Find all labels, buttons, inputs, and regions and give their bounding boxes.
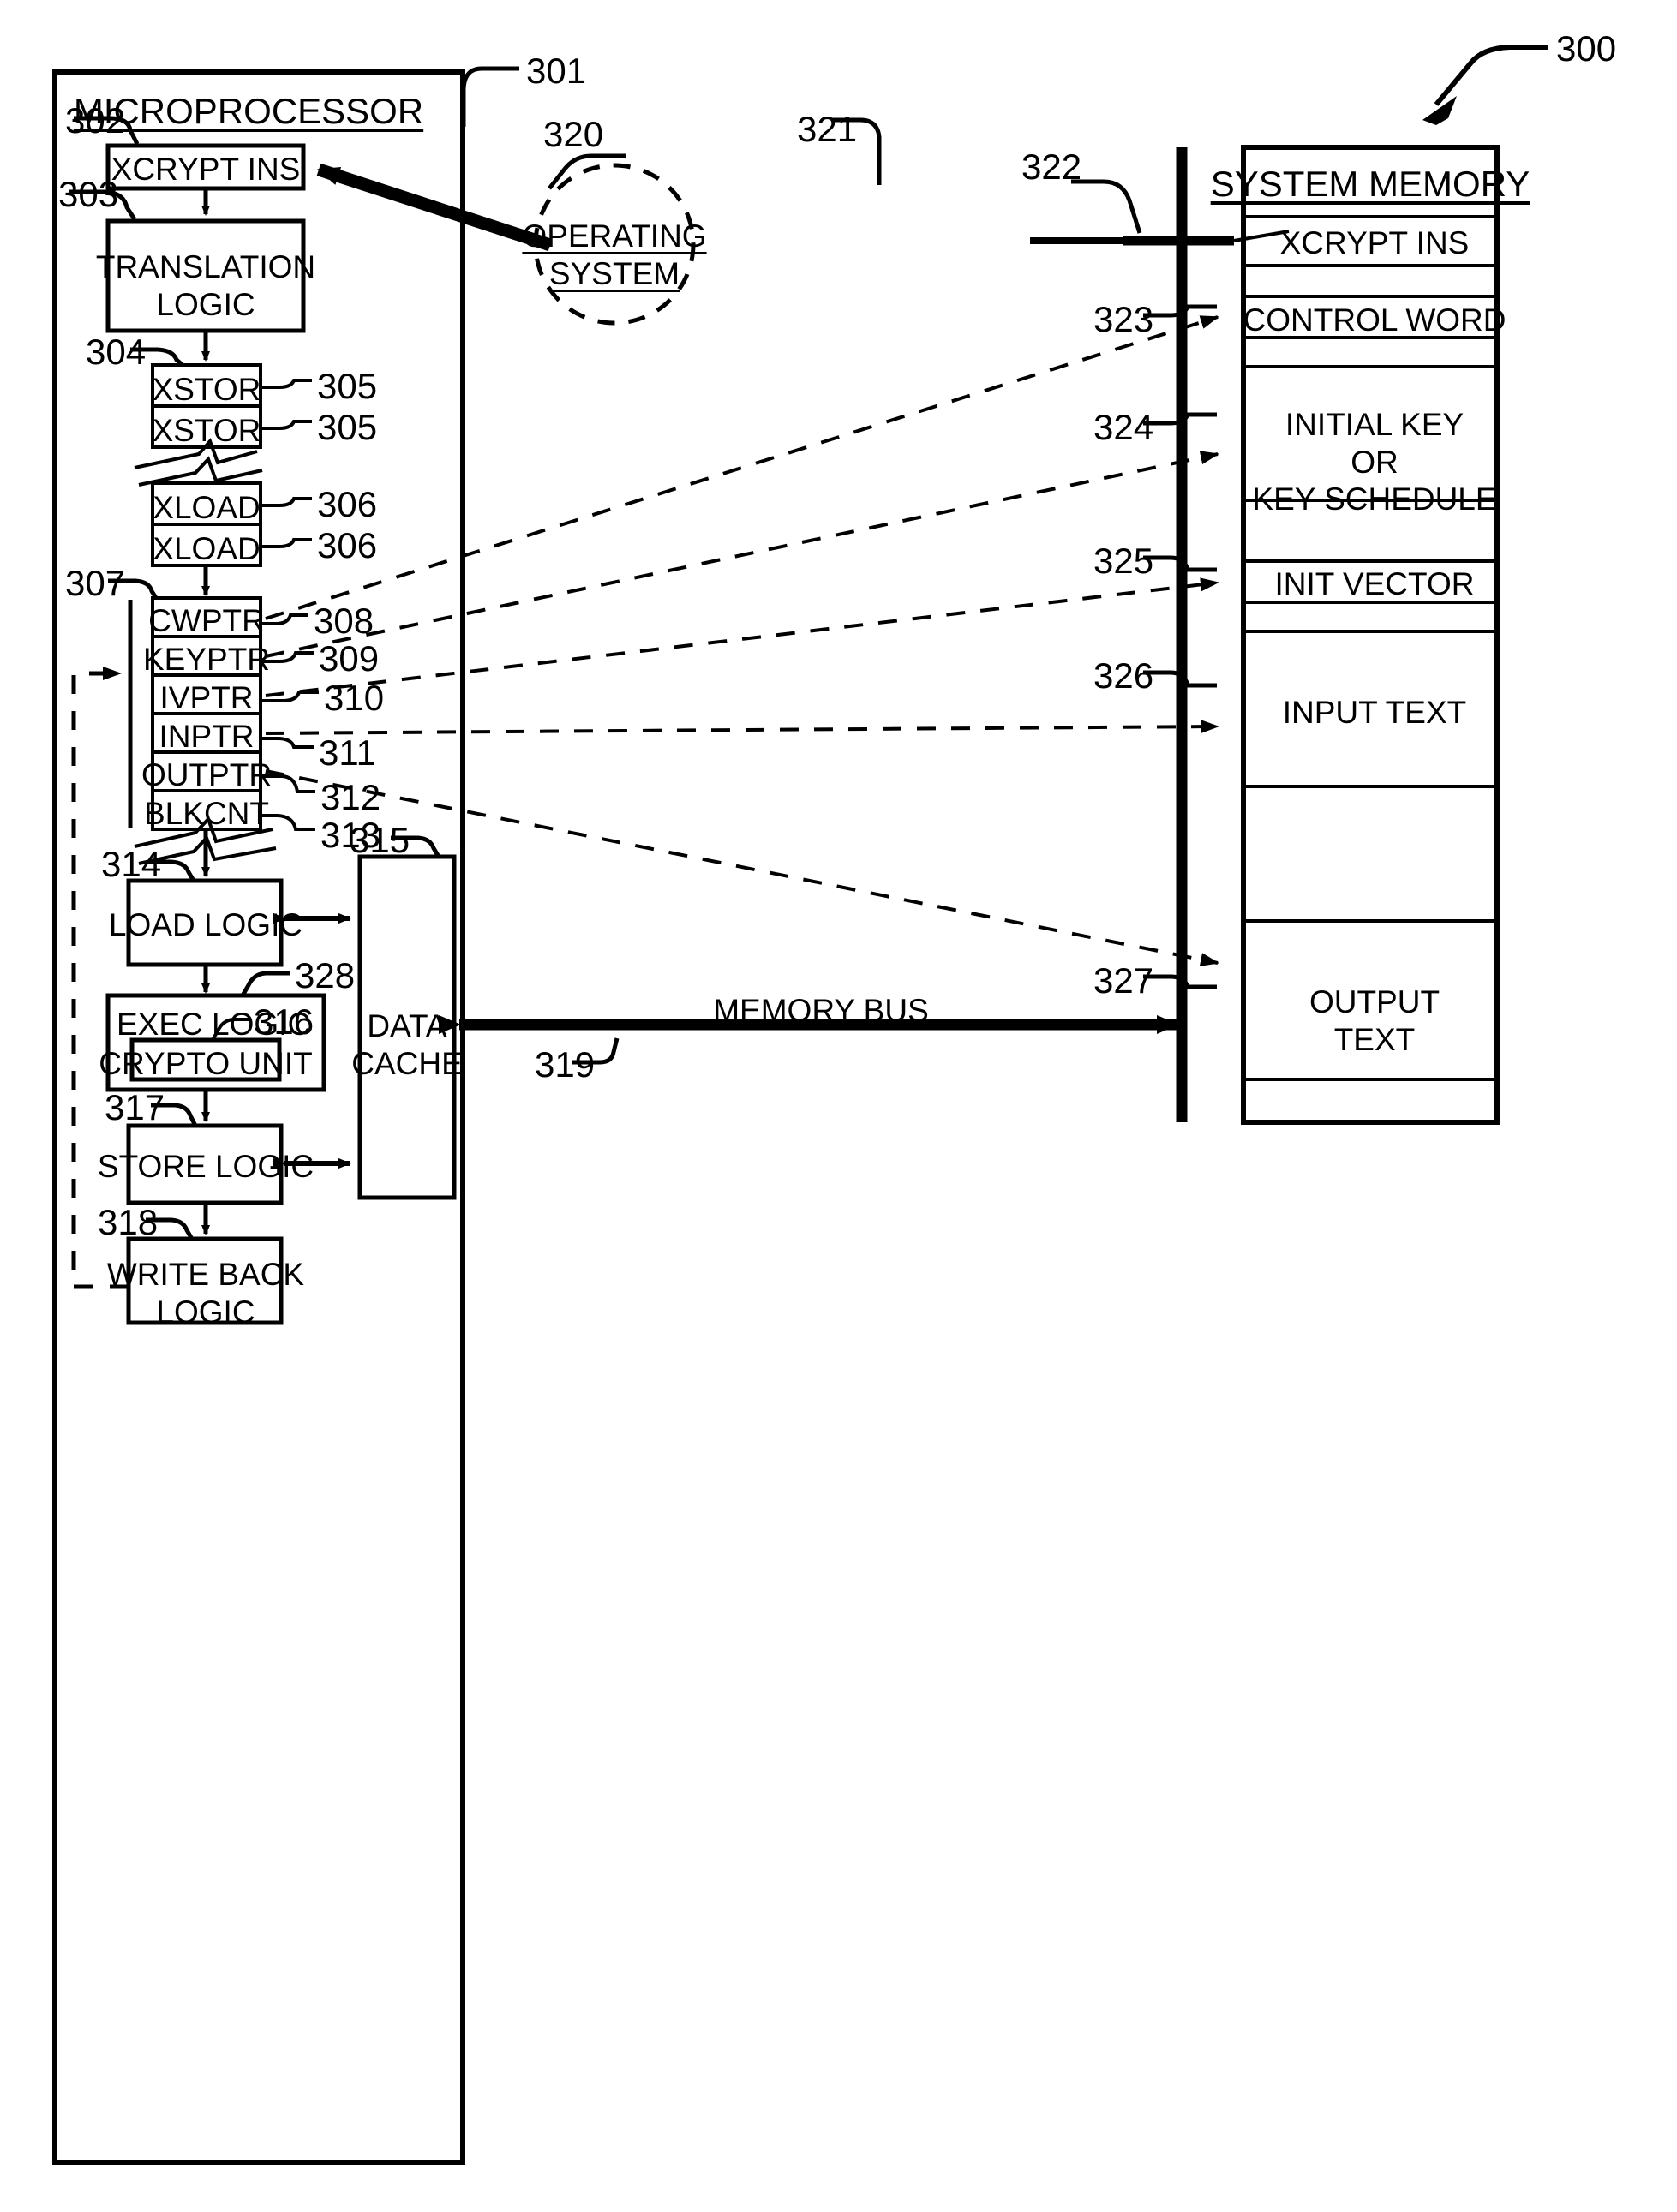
microprocessor-title: MICROPROCESSOR [73,91,424,131]
ref-321: 321 [797,109,858,149]
ref-320: 320 [543,114,604,154]
translation-logic-label: TRANSLATION LOGIC [95,249,316,322]
memory-bus-label: MEMORY BUS [713,993,929,1028]
ref-324: 324 [1093,407,1154,447]
operating-system-label: OPERATING SYSTEM [522,218,707,291]
ref-328: 328 [295,955,356,995]
ref-318: 318 [98,1202,159,1242]
ref-319: 319 [535,1044,596,1085]
ref-317: 317 [105,1087,165,1127]
queue-row-xstor-1: XSTOR [152,372,261,407]
ref-309: 309 [319,638,380,679]
register-cwptr: CWPTR [148,603,265,638]
patent-figure-300: 300 MICROPROCESSOR 301 XCRYPT INS 302 TR… [0,0,1677,2212]
ref-311: 311 [319,732,376,773]
ref-301: 301 [526,51,587,91]
data-cache-label: DATA CACHE [351,1008,463,1081]
xcrypt-ins-block-label: XCRYPT INS [111,152,301,187]
register-keyptr: KEYPTR [142,642,271,677]
memory-row-initial-key: INITIAL KEY OR KEY SCHEDULE [1252,407,1497,517]
ref-305-a: 305 [317,366,378,406]
figure-reference-number: 300 [1556,28,1617,69]
ref-306-b: 306 [317,525,378,565]
ref-307: 307 [65,563,126,603]
ref-308: 308 [314,601,374,641]
register-inptr: INPTR [159,719,255,754]
memory-row-input-text: INPUT TEXT [1282,695,1467,730]
ref-322: 322 [1021,146,1082,187]
queue-row-xstor-2: XSTOR [152,413,261,448]
ref-327: 327 [1093,960,1154,1001]
queue-row-xload-2: XLOAD [153,531,261,566]
ref-310: 310 [324,678,385,718]
ref-314: 314 [101,844,162,884]
ref-304: 304 [86,332,147,372]
write-back-logic-label: WRITE BACK LOGIC [106,1257,305,1330]
register-ivptr: IVPTR [159,680,254,715]
ref-303: 303 [58,174,119,214]
register-outptr: OUTPTR [141,757,273,792]
ref-305-b: 305 [317,407,378,447]
crypto-unit-label: CRYPTO UNIT [99,1046,313,1081]
register-blkcnt: BLKCNT [144,796,269,831]
ref-306-a: 306 [317,484,378,524]
load-logic-label: LOAD LOGIC [108,907,303,942]
ref-316: 316 [254,1001,314,1042]
store-logic-label: STORE LOGIC [97,1149,314,1184]
memory-row-xcrypt-ins: XCRYPT INS [1279,225,1470,260]
ref-326: 326 [1093,655,1154,696]
ref-323: 323 [1093,299,1154,339]
ref-302: 302 [65,100,126,140]
ref-312: 312 [320,777,381,817]
queue-row-xload-1: XLOAD [153,490,261,525]
system-memory-title: SYSTEM MEMORY [1210,164,1530,204]
memory-row-control-word: CONTROL WORD [1243,302,1506,338]
ref-325: 325 [1093,541,1154,581]
memory-row-init-vector: INIT VECTOR [1274,566,1475,601]
ref-315: 315 [350,820,410,860]
memory-row-output-text: OUTPUT TEXT [1309,984,1440,1057]
